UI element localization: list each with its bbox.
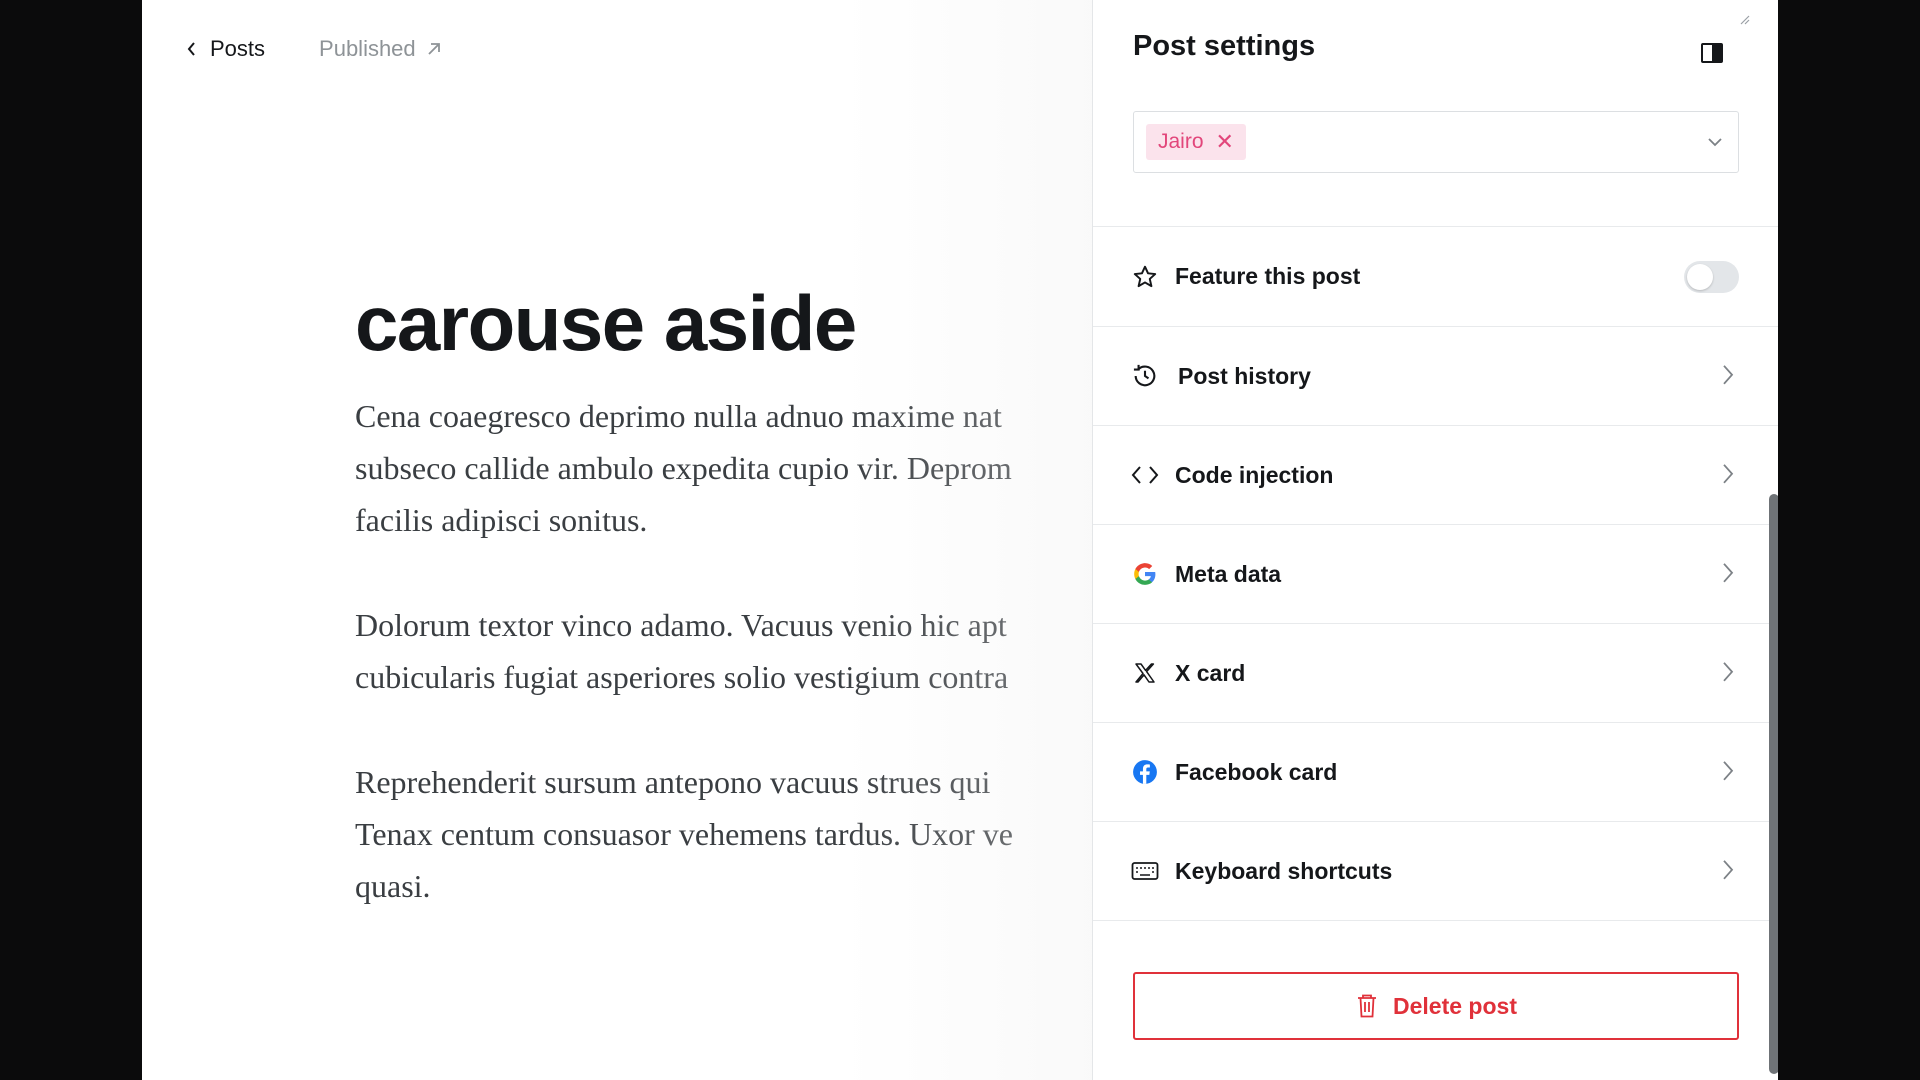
chevron-right-icon (1723, 365, 1734, 385)
x-icon (1131, 659, 1159, 687)
delete-post-label: Delete post (1393, 992, 1517, 1019)
facebook-card-row[interactable]: Facebook card (1093, 722, 1778, 821)
post-editor: Posts Published carouse aside Cena coaeg… (142, 0, 1234, 1080)
sidebar-toggle-icon[interactable] (1701, 43, 1723, 63)
keyboard-shortcuts-label: Keyboard shortcuts (1175, 857, 1393, 884)
resize-handle-icon[interactable] (1739, 8, 1751, 26)
x-card-label: X card (1175, 659, 1246, 686)
chevron-right-icon (1723, 464, 1734, 484)
external-arrow-icon (428, 43, 440, 55)
authors-select[interactable]: Jairo ✕ (1133, 111, 1739, 173)
app-window: Posts Published carouse aside Cena coaeg… (142, 0, 1778, 1080)
code-injection-label: Code injection (1175, 461, 1334, 488)
feature-post-label: Feature this post (1175, 263, 1361, 289)
back-label: Posts (210, 36, 266, 61)
status-label: Published (319, 36, 416, 61)
feature-post-toggle[interactable] (1684, 260, 1739, 293)
post-settings-panel: Post settings Jairo ✕ Feature this post (1092, 0, 1778, 1080)
author-tag: Jairo ✕ (1146, 124, 1246, 160)
author-tag-label: Jairo (1158, 130, 1204, 153)
facebook-card-label: Facebook card (1175, 758, 1338, 785)
back-to-posts-link[interactable]: Posts (186, 36, 265, 62)
facebook-icon (1131, 758, 1159, 786)
published-link[interactable]: Published (319, 36, 442, 62)
chevron-left-icon (187, 42, 195, 56)
chevron-right-icon (1723, 761, 1734, 781)
star-icon (1131, 263, 1159, 291)
chevron-down-icon (1708, 138, 1722, 147)
x-card-row[interactable]: X card (1093, 623, 1778, 722)
chevron-right-icon (1723, 563, 1734, 583)
delete-post-button[interactable]: Delete post (1133, 972, 1739, 1040)
panel-title: Post settings (1133, 30, 1316, 62)
remove-author-icon[interactable]: ✕ (1216, 129, 1234, 155)
google-icon (1131, 560, 1159, 588)
post-title[interactable]: carouse aside (355, 278, 857, 369)
chevron-right-icon (1723, 860, 1734, 880)
divider (1093, 920, 1778, 921)
trash-icon (1358, 994, 1376, 1018)
code-injection-row[interactable]: Code injection (1093, 425, 1778, 524)
chevron-right-icon (1723, 662, 1734, 682)
feature-post-row[interactable]: Feature this post (1093, 226, 1778, 326)
keyboard-shortcuts-row[interactable]: Keyboard shortcuts (1093, 821, 1778, 920)
code-icon (1131, 461, 1159, 489)
history-icon (1131, 362, 1159, 390)
keyboard-icon (1131, 857, 1159, 885)
post-history-label: Post history (1178, 362, 1311, 389)
panel-scrollbar[interactable] (1769, 494, 1778, 1074)
post-history-row[interactable]: Post history (1093, 326, 1778, 425)
settings-list: Feature this post Post history Code inje… (1093, 226, 1778, 921)
meta-data-label: Meta data (1175, 560, 1282, 587)
editor-topbar: Posts Published (186, 36, 442, 62)
meta-data-row[interactable]: Meta data (1093, 524, 1778, 623)
